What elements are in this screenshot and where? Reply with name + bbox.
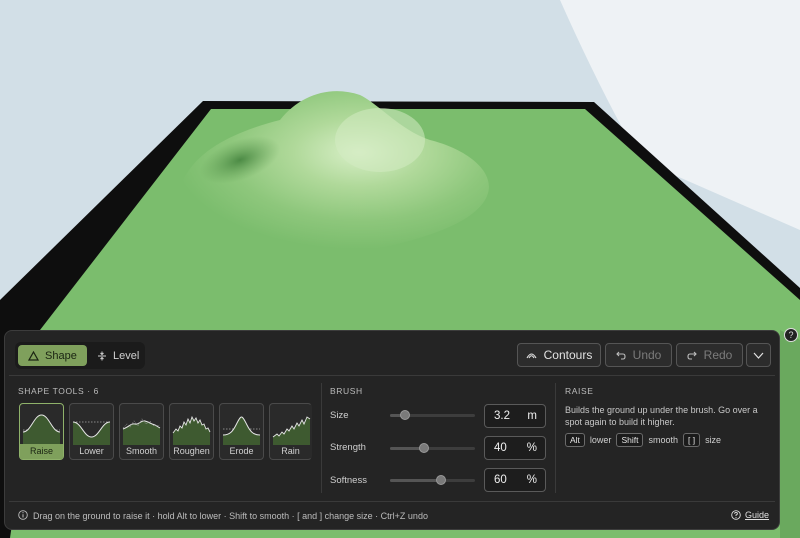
info-description: Builds the ground up under the brush. Go…: [565, 405, 758, 427]
help-circle-icon: [731, 510, 741, 520]
key-brackets: [ ]: [682, 433, 701, 447]
key-brackets-desc: size: [705, 435, 722, 445]
size-slider-thumb[interactable]: [400, 410, 411, 420]
strength-input[interactable]: 40 %: [484, 436, 546, 460]
softness-slider[interactable]: [390, 475, 475, 485]
size-input[interactable]: 3.2 m: [484, 404, 546, 428]
softness-unit: %: [526, 474, 537, 486]
info-icon: [18, 510, 28, 520]
strength-unit: %: [526, 442, 537, 454]
tool-label: Roughen: [173, 446, 210, 456]
roughen-curve-icon: [172, 415, 211, 445]
redo-button[interactable]: Redo: [676, 343, 743, 367]
footer-hint: Drag on the ground to raise it · hold Al…: [33, 511, 428, 521]
softness-label: Softness: [330, 475, 367, 486]
info-title: RAISE: [565, 386, 594, 396]
size-value: 3.2: [494, 410, 510, 422]
collapse-button[interactable]: [746, 343, 771, 367]
rain-curve-icon: [272, 416, 311, 445]
tool-rain[interactable]: Rain: [269, 403, 312, 460]
size-unit: m: [527, 410, 537, 422]
softness-slider-fill: [390, 479, 441, 482]
key-shift: Shift: [616, 433, 644, 447]
divider-top: [9, 375, 775, 376]
tool-erode[interactable]: Erode: [219, 403, 264, 460]
tab-level-label: Level: [113, 349, 140, 362]
help-icon[interactable]: ?: [784, 328, 798, 342]
raise-curve-icon: [22, 414, 61, 445]
tab-level[interactable]: Level: [87, 345, 149, 366]
undo-label: Undo: [632, 348, 662, 362]
key-alt: Alt: [565, 433, 585, 447]
contours-button[interactable]: Contours: [517, 343, 601, 367]
chevron-down-icon: [753, 352, 764, 359]
tab-shape-label: Shape: [45, 349, 77, 362]
contours-label: Contours: [543, 348, 593, 362]
tool-label: Raise: [20, 444, 63, 459]
strength-slider[interactable]: [390, 443, 475, 453]
key-alt-desc: lower: [589, 435, 612, 445]
undo-icon: [615, 351, 626, 360]
size-label: Size: [330, 410, 349, 421]
guide-link[interactable]: Guide: [731, 510, 769, 520]
key-hints: Alt lower Shift smooth [ ] size: [565, 433, 721, 447]
triangle-icon: [28, 350, 39, 361]
strength-value: 40: [494, 442, 507, 454]
tool-label: Lower: [79, 446, 104, 456]
key-shift-desc: smooth: [648, 435, 678, 445]
softness-value: 60: [494, 474, 507, 486]
erode-curve-icon: [222, 416, 261, 445]
tool-raise[interactable]: Raise: [19, 403, 64, 460]
smooth-curve-icon: [122, 418, 161, 445]
redo-icon: [687, 351, 697, 360]
strength-label: Strength: [330, 442, 366, 453]
undo-button[interactable]: Undo: [605, 343, 672, 367]
softness-input[interactable]: 60 %: [484, 468, 546, 492]
contours-icon: [526, 353, 537, 359]
tab-shape[interactable]: Shape: [18, 345, 87, 366]
mode-switch: Shape Level: [15, 342, 145, 369]
tool-smooth[interactable]: Smooth: [119, 403, 164, 460]
softness-slider-thumb[interactable]: [436, 475, 446, 485]
tool-roughen[interactable]: Roughen: [169, 403, 214, 460]
redo-label: Redo: [703, 348, 733, 362]
divider-left: [321, 383, 322, 493]
divider-right: [555, 383, 556, 493]
shape-tools-title: SHAPE TOOLS · 6: [18, 386, 99, 396]
lower-curve-icon: [72, 421, 111, 445]
tool-lower[interactable]: Lower: [69, 403, 114, 460]
tool-label: Smooth: [125, 446, 158, 456]
tool-panel: Shape Level Contours Undo Redo SHAPE TOO…: [4, 330, 780, 530]
size-slider[interactable]: [390, 410, 475, 420]
level-icon: [98, 351, 106, 360]
strength-slider-thumb[interactable]: [419, 443, 429, 453]
brush-title: BRUSH: [330, 386, 363, 396]
tool-label: Rain: [281, 446, 300, 456]
tool-label: Erode: [229, 446, 254, 456]
guide-label: Guide: [745, 510, 770, 520]
divider-bottom: [9, 501, 775, 502]
